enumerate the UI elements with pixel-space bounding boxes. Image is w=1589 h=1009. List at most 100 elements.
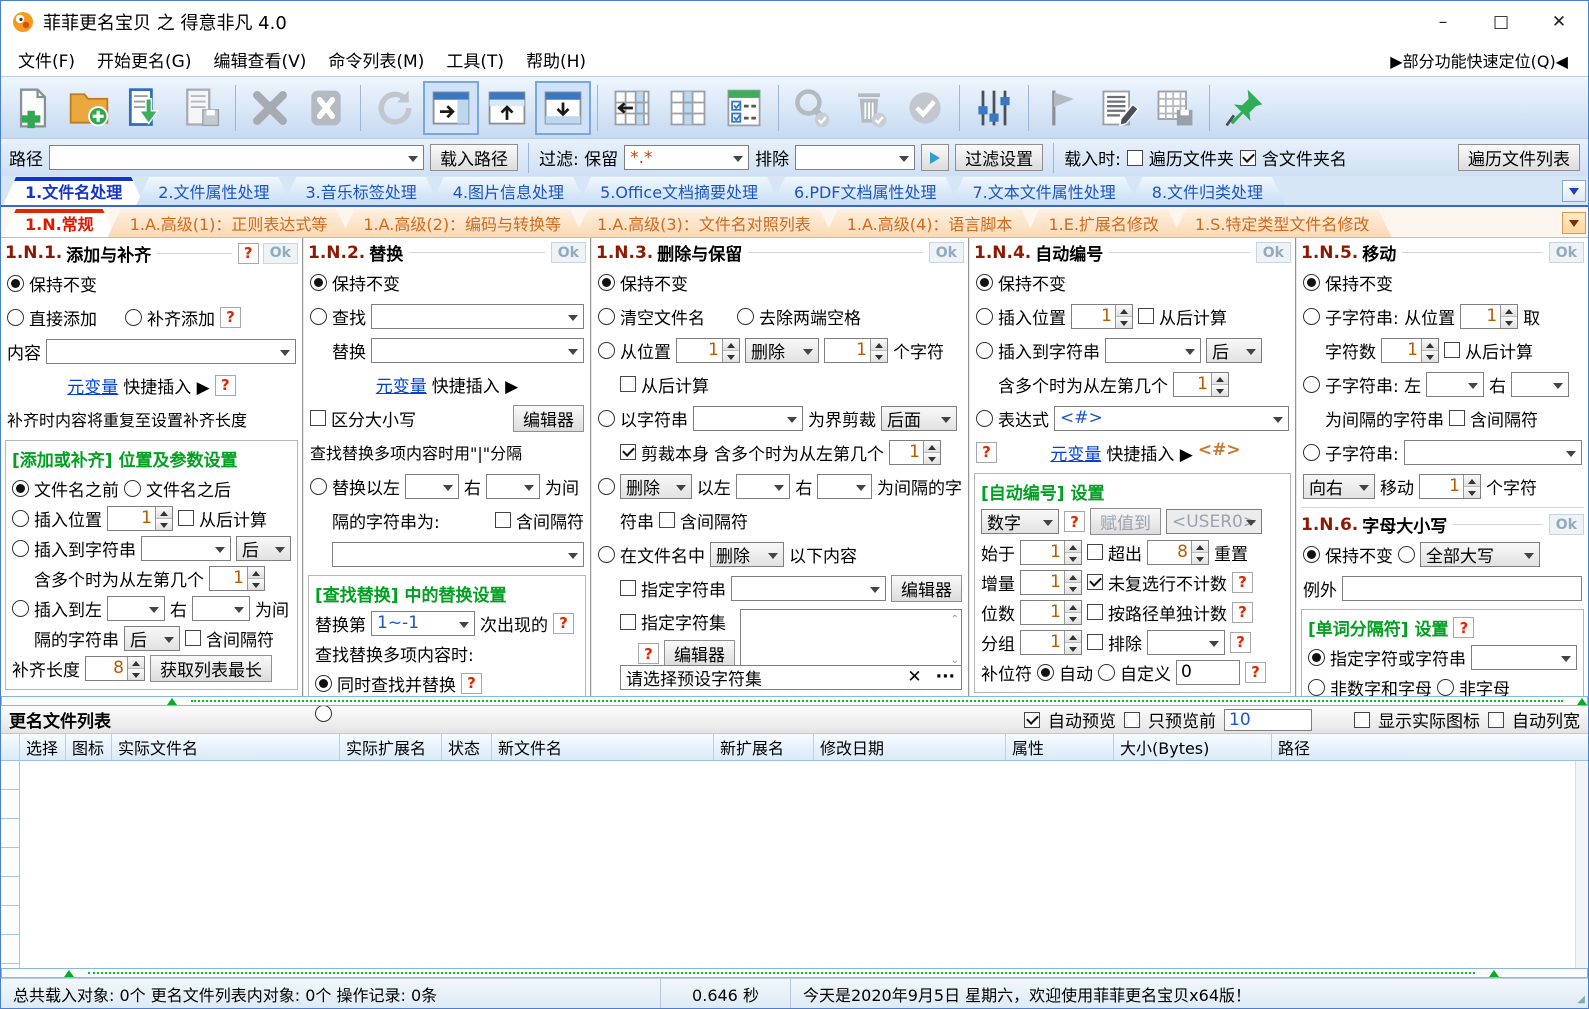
menu-help[interactable]: 帮助(H) [515,44,597,75]
adjust-settings-icon[interactable] [966,81,1022,135]
menu-tools[interactable]: 工具(T) [435,44,515,75]
from-end-checkbox[interactable] [620,376,636,392]
left-sep-combo[interactable] [735,473,791,499]
list-status-splitter[interactable] [1,968,1588,978]
digits-spinner[interactable]: 1 [1020,599,1082,625]
meta-var-link[interactable]: 元变量 [376,372,427,397]
custom-pad-input[interactable]: 0 [1176,659,1240,685]
substring-combo[interactable] [1403,439,1582,465]
right-sep-combo[interactable] [817,473,873,499]
preset-charset-combo[interactable]: 请选择预设字符集 ✕ ··· [620,664,962,690]
refresh-icon[interactable] [367,81,423,135]
meta-var-link[interactable]: 元变量 [1050,440,1101,465]
simultaneous-radio[interactable] [315,674,332,692]
ok-button[interactable]: Ok [550,242,586,263]
insert-to-string-radio[interactable] [12,539,29,557]
keep-unchanged-radio[interactable] [598,273,615,291]
editor-button[interactable]: 编辑器 [513,404,584,432]
menu-edit-view[interactable]: 编辑查看(V) [203,44,318,75]
before-name-radio[interactable] [12,479,29,497]
exclude-combo[interactable] [795,145,916,170]
trim-radio[interactable] [737,307,754,325]
close-button[interactable]: ✕ [1530,1,1588,43]
get-longest-button[interactable]: 获取列表最长 [150,655,272,682]
insert-pos-spinner[interactable]: 1 [107,505,173,531]
keep-unchanged-radio[interactable] [7,274,24,292]
edit-records-icon[interactable] [1091,81,1147,135]
main-tab-overflow-button[interactable] [1562,180,1586,202]
exclude-checkbox[interactable] [1087,634,1103,650]
vertical-scrollbar[interactable] [1575,761,1588,968]
find-combo[interactable] [371,303,584,329]
case-mode-combo[interactable]: 全部大写 [1420,541,1540,567]
tab-text-attributes[interactable]: 7.文本文件属性处理 [951,177,1138,205]
tab-image-info[interactable]: 4.图片信息处理 [431,177,586,205]
sequential-radio[interactable] [315,704,332,722]
count-spinner[interactable]: 1 [1381,337,1439,363]
spec-chars-combo[interactable] [1471,644,1577,670]
maximize-button[interactable]: □ [1472,1,1530,43]
exceed-spinner[interactable]: 8 [1147,539,1209,565]
between-value-combo[interactable] [332,541,584,567]
move-column-left-icon[interactable] [604,81,660,135]
insert-string-combo[interactable] [1105,337,1201,363]
delete-mode-combo[interactable]: 删除 [745,337,819,363]
editor-button[interactable]: 编辑器 [891,574,962,602]
move-spinner[interactable]: 1 [1419,473,1481,499]
path-combo[interactable] [49,145,424,170]
keep-unchanged-radio[interactable] [310,273,327,291]
col-modified-date[interactable]: 修改日期 [814,734,1006,760]
help-button[interactable]: ? [1245,661,1266,683]
help-button[interactable]: ? [1230,631,1251,653]
multi-index-spinner[interactable]: 1 [1173,371,1229,397]
find-radio[interactable] [310,307,327,325]
traverse-file-list-button[interactable]: 遍历文件列表 [1458,144,1580,171]
insert-pos-spinner[interactable]: 1 [1071,303,1133,329]
layout-bottom-icon[interactable] [535,80,591,135]
subtab-normal[interactable]: 1.N.常规 [3,209,116,237]
help-button[interactable]: ? [237,242,259,264]
uncheck-skip-checkbox[interactable] [1087,574,1103,590]
help-button[interactable]: ? [638,643,659,664]
expression-combo[interactable]: <#> [1054,405,1289,431]
number-type-combo[interactable]: 数字 [981,509,1059,534]
substring-sep-radio[interactable] [1303,375,1320,393]
include-sep-checkbox[interactable] [495,512,511,528]
help-button[interactable]: ? [1232,601,1253,623]
insert-between-radio[interactable] [12,599,29,617]
subtab-specific-type[interactable]: 1.S.特定类型文件名修改 [1173,209,1392,237]
ok-button[interactable]: Ok [928,242,964,263]
tab-office-summary[interactable]: 5.Office文档摘要处理 [578,177,780,205]
col-attributes[interactable]: 属性 [1006,734,1114,760]
custom-pad-radio[interactable] [1098,663,1115,681]
menu-file[interactable]: 文件(F) [7,44,86,75]
left-sep-combo[interactable] [1426,371,1485,397]
file-table-body[interactable] [1,761,1588,968]
import-list-icon[interactable] [117,81,173,135]
exception-input[interactable] [1342,575,1582,601]
help-button[interactable]: ? [1064,511,1085,532]
save-list-icon[interactable] [173,81,229,135]
auto-pad-radio[interactable] [1037,663,1054,681]
resize-grip-icon[interactable]: ◢ [1570,979,1588,1008]
auto-preview-checkbox[interactable] [1024,711,1040,728]
ok-button[interactable]: Ok [1255,242,1291,263]
before-after-combo2[interactable]: 后 [124,625,180,651]
quick-insert-label[interactable]: 快捷插入 ▶ [123,373,209,398]
delete-between-radio[interactable] [598,477,615,495]
content-combo[interactable] [46,338,296,364]
replace-between-radio[interactable] [310,477,327,495]
group-spinner[interactable]: 1 [1020,629,1082,655]
help-button[interactable]: ? [461,672,482,694]
after-name-radio[interactable] [124,479,141,497]
auto-col-width-checkbox[interactable] [1488,711,1504,728]
left-sep-combo[interactable] [107,595,165,621]
filter-settings-button[interactable]: 过滤设置 [955,144,1044,171]
help-button[interactable]: ? [214,374,236,396]
delete-mode-combo3[interactable]: 删除 [710,541,784,567]
include-sep-checkbox[interactable] [1449,410,1465,426]
help-button[interactable]: ? [976,441,997,463]
per-path-checkbox[interactable] [1087,604,1103,620]
insert-pos-radio[interactable] [12,509,29,527]
clear-list-icon[interactable] [298,81,354,135]
